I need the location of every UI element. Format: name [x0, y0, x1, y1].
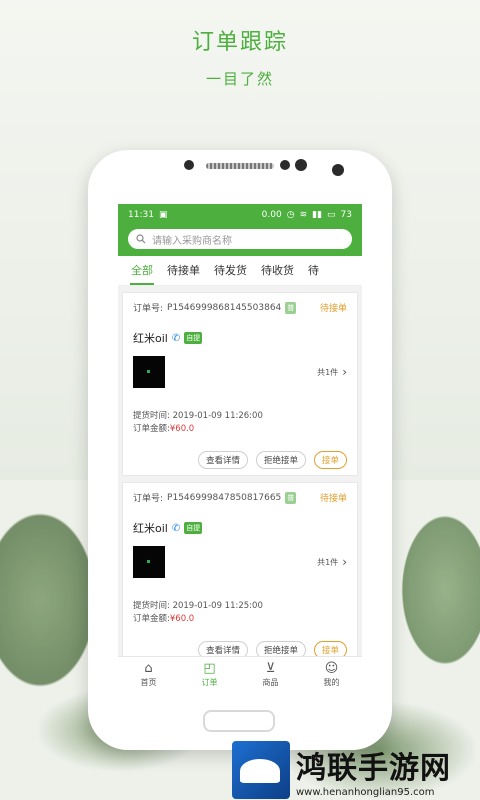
nav-orders-label: 订单: [201, 677, 218, 687]
tab-more[interactable]: 待: [301, 262, 326, 285]
amount-label: 订单金额:: [133, 424, 170, 434]
battery-level: 73: [340, 210, 352, 220]
item-count: 共1件: [317, 557, 339, 567]
search-placeholder: 请输入采购商名称: [152, 235, 232, 247]
order-list: 订单号: P1546999868145503864 普 待接单 红米oil ✆ …: [118, 286, 362, 666]
wifi-icon: ≋: [299, 210, 308, 220]
promo-title: 订单跟踪: [191, 30, 288, 55]
nav-products-label: 商品: [262, 677, 279, 687]
order-status: 待接单: [319, 494, 347, 504]
order-type-badge: 普: [285, 301, 297, 314]
sensor-icon: [280, 160, 290, 170]
shop-name: 红米oil: [133, 522, 168, 535]
pickup-time: 2019-01-09 11:26:00: [172, 411, 263, 421]
tab-pending-accept[interactable]: 待接单: [160, 262, 207, 285]
nav-home[interactable]: ⌂ 首页: [141, 662, 157, 688]
item-count-link[interactable]: 共1件 ›: [317, 365, 347, 379]
pickup-tag: 自提: [184, 522, 203, 534]
watermark: 鸿联手游网 www.henanhonglian95.com: [232, 740, 480, 800]
alarm-icon: ◷: [286, 210, 295, 220]
order-amount: ¥60.0: [169, 424, 195, 434]
promo-subtitle: 一目了然: [205, 70, 274, 88]
watermark-logo: [232, 741, 290, 799]
status-bar: 11:31 ▣ 0.00 ◷ ≋ ▮▮ ▭ 73: [118, 204, 362, 226]
tab-all[interactable]: 全部: [124, 262, 160, 285]
proximity-sensor-icon: [332, 164, 344, 176]
order-status: 待接单: [319, 304, 347, 314]
nav-orders[interactable]: ◰ 订单: [202, 662, 218, 688]
nav-profile-label: 我的: [323, 677, 340, 687]
product-thumbnail: [133, 356, 165, 388]
order-type-badge: 普: [285, 491, 297, 504]
nav-profile[interactable]: ☺ 我的: [324, 662, 340, 688]
home-icon: ⌂: [144, 660, 153, 676]
accept-order-button[interactable]: 接单: [313, 451, 347, 469]
order-tabs: 全部 待接单 待发货 待收货 待: [118, 256, 362, 286]
bottom-navigation: ⌂ 首页 ◰ 订单 ⊻ 商品 ☺ 我的: [118, 656, 362, 692]
view-details-button[interactable]: 查看详情: [197, 451, 248, 469]
cart-icon: ⊻: [265, 660, 276, 676]
app-screen: 11:31 ▣ 0.00 ◷ ≋ ▮▮ ▭ 73 请输入采购商名称 全部 待接单…: [118, 204, 362, 692]
user-icon: ☺: [324, 660, 339, 676]
item-count-link[interactable]: 共1件 ›: [317, 555, 347, 569]
signal-icon: ▮▮: [312, 210, 323, 220]
nav-home-label: 首页: [140, 677, 157, 687]
phone-speaker: [206, 163, 274, 169]
tab-pending-ship[interactable]: 待发货: [207, 262, 254, 285]
pickup-time-label: 提货时间:: [133, 411, 170, 421]
sensor-icon: [295, 159, 307, 171]
order-amount: ¥60.0: [169, 614, 195, 624]
item-count: 共1件: [317, 367, 339, 377]
battery-icon: ▭: [327, 210, 336, 220]
shop-name: 红米oil: [133, 332, 168, 345]
front-camera-icon: [184, 160, 194, 170]
reject-order-button[interactable]: 拒绝接单: [255, 451, 306, 469]
pickup-tag: 自提: [184, 332, 203, 344]
chevron-right-icon: ›: [342, 555, 347, 569]
order-card[interactable]: 订单号: P1546999868145503864 普 待接单 红米oil ✆ …: [122, 292, 358, 476]
search-bar: 请输入采购商名称: [118, 226, 362, 256]
search-icon: [136, 234, 146, 244]
status-time: 11:31: [128, 210, 154, 220]
watermark-name: 鸿联手游网: [296, 750, 451, 786]
order-card[interactable]: 订单号: P1546999847850817665 普 待接单 红米oil ✆ …: [122, 482, 358, 666]
network-speed: 0.00: [261, 210, 282, 220]
chevron-right-icon: ›: [342, 365, 347, 379]
phone-frame: 11:31 ▣ 0.00 ◷ ≋ ▮▮ ▭ 73 请输入采购商名称 全部 待接单…: [88, 150, 392, 750]
phone-icon[interactable]: ✆: [172, 523, 180, 534]
amount-label: 订单金额:: [133, 614, 170, 624]
search-input[interactable]: 请输入采购商名称: [128, 229, 352, 249]
order-number: P1546999847850817665: [167, 492, 282, 503]
nav-products[interactable]: ⊻ 商品: [263, 662, 279, 688]
phone-home-button: [203, 710, 275, 732]
watermark-url: www.henanhonglian95.com: [296, 786, 435, 798]
order-bag-icon: ◰: [203, 660, 216, 676]
pickup-time: 2019-01-09 11:25:00: [172, 601, 263, 611]
product-thumbnail: [133, 546, 165, 578]
order-number-label: 订单号:: [133, 494, 164, 504]
pickup-time-label: 提货时间:: [133, 601, 170, 611]
phone-icon[interactable]: ✆: [172, 333, 180, 344]
order-number: P1546999868145503864: [167, 302, 282, 313]
tab-pending-receive[interactable]: 待收货: [254, 262, 301, 285]
order-number-label: 订单号:: [133, 304, 164, 314]
notification-icon: ▣: [158, 210, 168, 220]
